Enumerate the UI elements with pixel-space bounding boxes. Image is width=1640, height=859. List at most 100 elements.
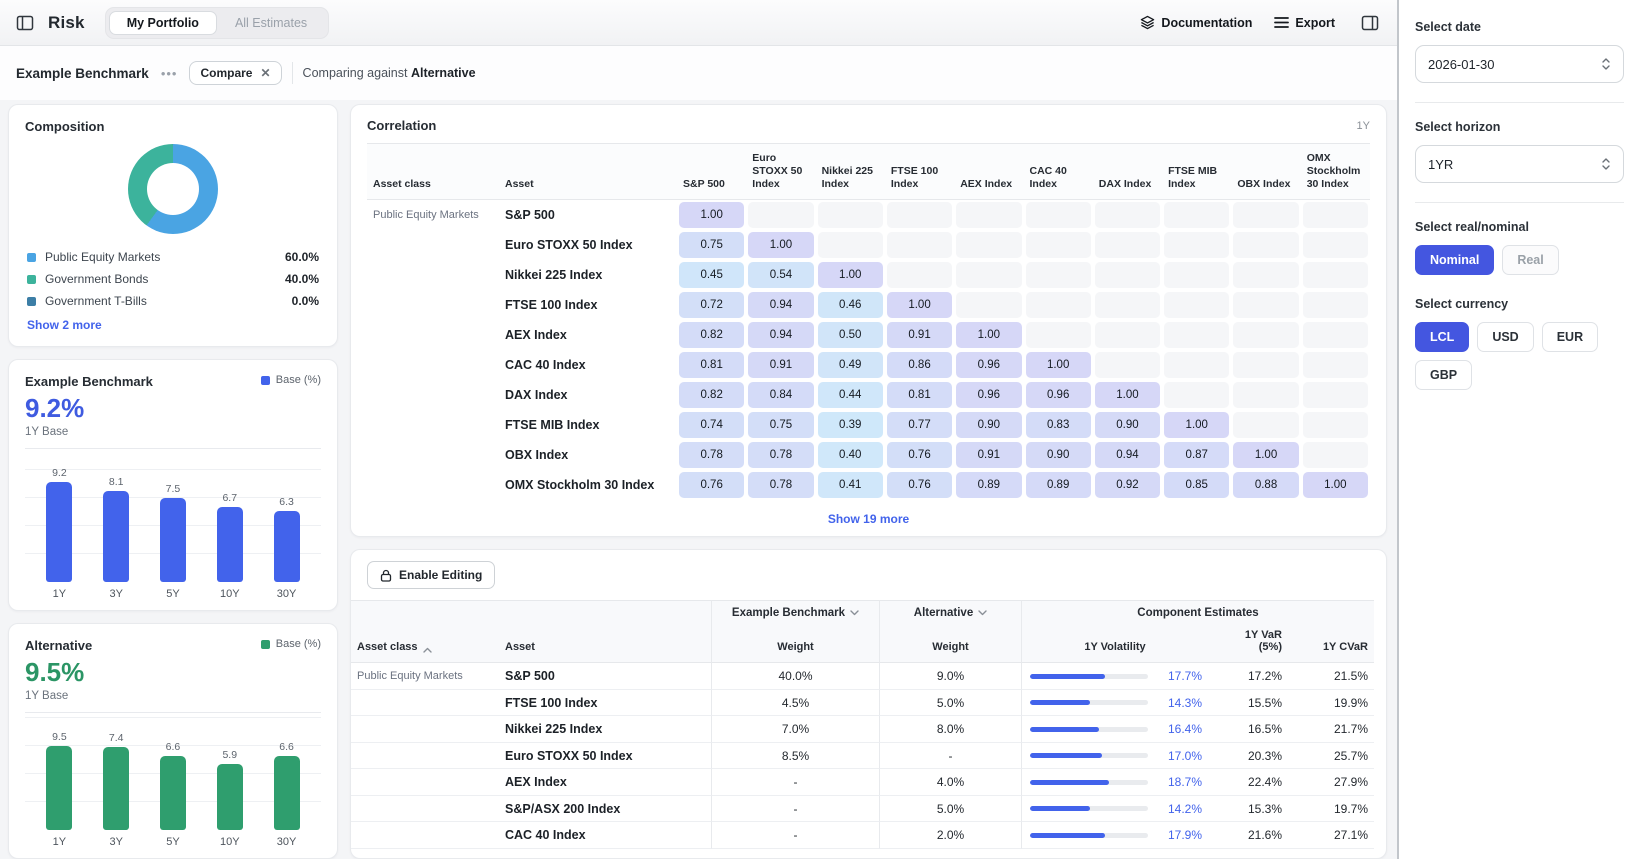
toggle-real-button[interactable]: Real xyxy=(1502,245,1558,275)
correlation-cell: 0.39 xyxy=(816,410,885,440)
correlation-cell: 1.00 xyxy=(1162,410,1231,440)
benchmark-weight-cell[interactable]: - xyxy=(711,796,879,823)
empty-cell xyxy=(1233,262,1298,288)
benchmark-weight-cell[interactable]: 8.5% xyxy=(711,743,879,770)
column-header-asset[interactable]: Asset xyxy=(499,625,711,663)
legend-item: Government Bonds 40.0% xyxy=(25,268,321,290)
benchmark-weight-cell[interactable]: 7.0% xyxy=(711,716,879,743)
empty-cell xyxy=(1303,322,1368,348)
date-select[interactable]: 2026-01-30 xyxy=(1415,45,1624,83)
sidebar-toggle-button[interactable] xyxy=(12,10,38,36)
var-cell: 17.2% xyxy=(1208,663,1288,690)
currency-lcl-button[interactable]: LCL xyxy=(1415,322,1469,352)
bar xyxy=(46,482,72,582)
composition-legend: Public Equity Markets60.0%Government Bon… xyxy=(25,246,321,312)
group-header-alternative[interactable]: Alternative xyxy=(879,600,1021,625)
weights-table-card: Enable Editing Example BenchmarkAlternat… xyxy=(350,549,1387,859)
volatility-value: 14.3% xyxy=(1158,696,1202,710)
close-icon[interactable]: ✕ xyxy=(260,66,270,80)
correlation-value: 0.87 xyxy=(1164,442,1229,468)
correlation-cell: 0.88 xyxy=(1231,470,1300,500)
correlation-value: 0.96 xyxy=(956,382,1021,408)
documentation-button[interactable]: Documentation xyxy=(1140,15,1252,30)
correlation-value: 0.88 xyxy=(1233,472,1298,498)
correlation-cell xyxy=(1024,230,1093,260)
x-axis-label: 3Y xyxy=(94,588,138,600)
column-header-asset-class[interactable]: Asset class xyxy=(351,625,499,663)
correlation-value: 1.00 xyxy=(1095,382,1160,408)
currency-eur-button[interactable]: EUR xyxy=(1542,322,1598,352)
column-header: S&P 500 xyxy=(677,143,746,200)
correlation-cell xyxy=(1093,200,1162,230)
asset-name-cell: OMX Stockholm 30 Index xyxy=(499,470,677,500)
alternative-weight-cell[interactable]: 8.0% xyxy=(879,716,1021,743)
correlation-value: 0.46 xyxy=(818,292,883,318)
legend-label: Base (%) xyxy=(276,374,321,386)
correlation-value: 1.00 xyxy=(956,322,1021,348)
currency-usd-button[interactable]: USD xyxy=(1477,322,1533,352)
benchmark-weight-cell[interactable]: 4.5% xyxy=(711,690,879,717)
legend-item-value: 40.0% xyxy=(285,272,319,286)
x-axis-label: 30Y xyxy=(265,836,309,848)
benchmark-weight-cell[interactable]: - xyxy=(711,769,879,796)
benchmark-weight-cell[interactable]: - xyxy=(711,822,879,849)
correlation-value: 1.00 xyxy=(1233,442,1298,468)
composition-show-more-link[interactable]: Show 2 more xyxy=(25,318,104,332)
correlation-cell xyxy=(746,200,815,230)
content-area: Composition Public Equity Markets60.0%Go… xyxy=(0,100,1397,859)
correlation-cell: 0.49 xyxy=(816,350,885,380)
correlation-cell: 0.89 xyxy=(1024,470,1093,500)
correlation-cell: 0.44 xyxy=(816,380,885,410)
correlation-value: 0.91 xyxy=(748,352,813,378)
empty-cell xyxy=(1026,322,1091,348)
toggle-nominal-button[interactable]: Nominal xyxy=(1415,245,1494,275)
group-header-example-benchmark[interactable]: Example Benchmark xyxy=(711,600,879,625)
correlation-cell xyxy=(1162,260,1231,290)
legend-item-label: Government Bonds xyxy=(45,272,148,286)
correlation-cell xyxy=(1093,320,1162,350)
tab-my-portfolio[interactable]: My Portfolio xyxy=(109,11,217,35)
correlation-show-more-link[interactable]: Show 19 more xyxy=(828,512,909,526)
correlation-cell xyxy=(954,260,1023,290)
column-header: Nikkei 225 Index xyxy=(816,143,885,200)
alternative-weight-cell[interactable]: 5.0% xyxy=(879,796,1021,823)
bar-column: 6.7 xyxy=(208,467,252,582)
column-header: FTSE MIB Index xyxy=(1162,143,1231,200)
asset-name-cell: CAC 40 Index xyxy=(499,822,711,849)
right-panel-toggle-button[interactable] xyxy=(1357,10,1383,36)
enable-editing-button[interactable]: Enable Editing xyxy=(367,561,495,589)
benchmark-estimate-card: Example Benchmark Base (%) 9.2% 1Y Base … xyxy=(8,359,338,611)
empty-cell xyxy=(1233,412,1298,438)
currency-gbp-button[interactable]: GBP xyxy=(1415,360,1472,390)
volatility-bar-track xyxy=(1030,780,1148,785)
correlation-cell: 1.00 xyxy=(1093,380,1162,410)
export-button[interactable]: Export xyxy=(1274,16,1335,30)
alternative-weight-cell[interactable]: 9.0% xyxy=(879,663,1021,690)
tab-all-estimates[interactable]: All Estimates xyxy=(217,11,325,35)
compare-chip[interactable]: Compare ✕ xyxy=(189,61,281,85)
column-header: Euro STOXX 50 Index xyxy=(746,143,815,200)
correlation-matrix: Asset classAssetS&P 500Euro STOXX 50 Ind… xyxy=(367,143,1370,500)
enable-editing-label: Enable Editing xyxy=(399,568,482,582)
group-header-component-estimates: Component Estimates xyxy=(1021,600,1374,625)
horizon-select[interactable]: 1YR xyxy=(1415,145,1624,183)
correlation-cell: 0.82 xyxy=(677,380,746,410)
group-header-empty xyxy=(351,600,711,625)
alternative-weight-cell[interactable]: 2.0% xyxy=(879,822,1021,849)
correlation-value: 0.89 xyxy=(956,472,1021,498)
correlation-cell: 0.91 xyxy=(885,320,954,350)
left-column: Composition Public Equity Markets60.0%Go… xyxy=(8,104,338,859)
correlation-value: 0.83 xyxy=(1026,412,1091,438)
correlation-cell: 0.94 xyxy=(746,290,815,320)
correlation-cell xyxy=(1024,290,1093,320)
comparing-prefix: Comparing against xyxy=(303,66,408,80)
alternative-weight-cell[interactable]: - xyxy=(879,743,1021,770)
more-options-button[interactable]: ••• xyxy=(159,64,180,83)
alternative-weight-cell[interactable]: 5.0% xyxy=(879,690,1021,717)
x-axis-label: 5Y xyxy=(151,588,195,600)
bar xyxy=(103,747,129,830)
cvar-cell: 25.7% xyxy=(1288,743,1374,770)
benchmark-weight-cell[interactable]: 40.0% xyxy=(711,663,879,690)
alternative-weight-cell[interactable]: 4.0% xyxy=(879,769,1021,796)
bar xyxy=(160,498,186,582)
